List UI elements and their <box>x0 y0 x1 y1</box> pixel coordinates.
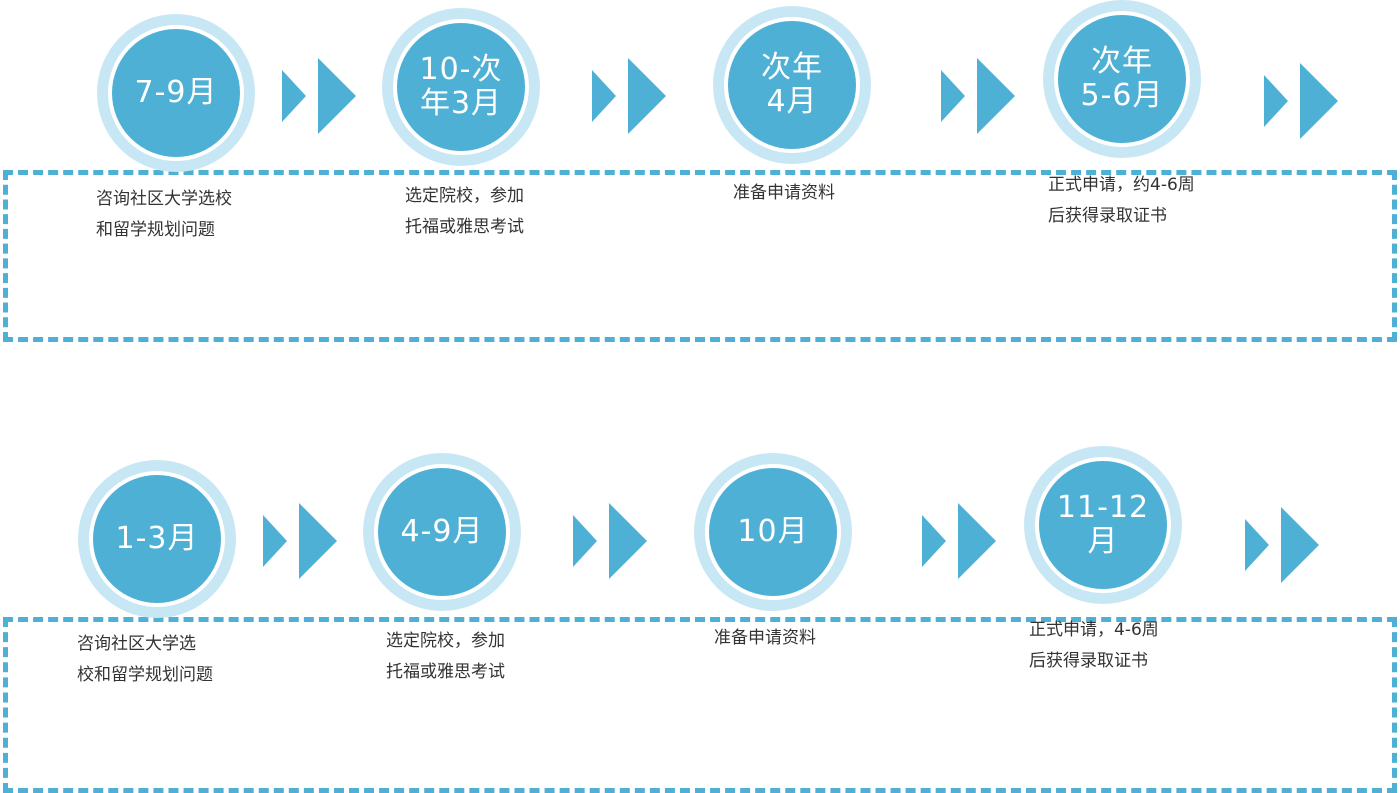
step-description-line: 准备申请资料 <box>733 183 835 203</box>
double-chevron-right-icon <box>592 58 666 134</box>
step-circle-inner: 4-9月 <box>374 464 510 600</box>
step-circle-2-2: 4-9月 <box>363 453 521 611</box>
double-chevron-right-icon <box>1245 507 1319 583</box>
step-description-line: 正式申请，4-6周 <box>1029 620 1159 640</box>
step-circle-2-4: 11-12 月 <box>1024 446 1182 604</box>
step-label-line: 年3月 <box>419 86 503 121</box>
double-chevron-right-icon <box>1264 63 1338 139</box>
double-chevron-right-icon <box>941 58 1015 134</box>
step-description-1-2: 选定院校，参加 托福或雅思考试 <box>405 181 524 243</box>
step-label-line: 4月 <box>766 84 818 119</box>
step-label-line: 7-9月 <box>134 75 218 110</box>
step-description-2-1: 咨询社区大学选 校和留学规划问题 <box>77 629 213 691</box>
step-description-2-4: 正式申请，4-6周 后获得录取证书 <box>1029 615 1159 677</box>
step-description-line: 正式申请，约4-6周 <box>1048 175 1195 195</box>
step-description-line: 选定院校，参加 <box>386 631 505 651</box>
step-description-2-2: 选定院校，参加 托福或雅思考试 <box>386 626 505 688</box>
step-description-line: 校和留学规划问题 <box>77 665 213 685</box>
step-label-line: 10-次 <box>419 52 503 87</box>
double-chevron-right-icon <box>573 503 647 579</box>
step-circle-1-3: 次年 4月 <box>713 6 871 164</box>
step-description-line: 托福或雅思考试 <box>386 662 505 682</box>
step-label-line: 次年 <box>761 50 823 85</box>
step-circle-1-1: 7-9月 <box>97 14 255 172</box>
step-description-line: 咨询社区大学选 <box>77 634 196 654</box>
double-chevron-right-icon <box>922 503 996 579</box>
step-circle-inner: 11-12 月 <box>1035 457 1171 593</box>
step-label-line: 5-6月 <box>1080 78 1164 113</box>
step-description-line: 后获得录取证书 <box>1029 651 1148 671</box>
step-circle-2-1: 1-3月 <box>78 460 236 618</box>
step-circle-inner: 次年 4月 <box>724 17 860 153</box>
step-description-line: 托福或雅思考试 <box>405 217 524 237</box>
step-label-line: 11-12 <box>1056 490 1150 525</box>
step-label-line: 10月 <box>737 514 809 549</box>
step-description-line: 咨询社区大学选校 <box>96 189 232 209</box>
step-description-2-3: 准备申请资料 <box>714 623 816 654</box>
step-label-line: 4-9月 <box>400 514 484 549</box>
step-description-line: 后获得录取证书 <box>1048 206 1167 226</box>
step-description-line: 选定院校，参加 <box>405 186 524 206</box>
step-description-1-1: 咨询社区大学选校 和留学规划问题 <box>96 184 232 246</box>
step-circle-inner: 10-次 年3月 <box>393 19 529 155</box>
step-circle-1-2: 10-次 年3月 <box>382 8 540 166</box>
step-circle-inner: 10月 <box>705 464 841 600</box>
step-description-line: 和留学规划问题 <box>96 220 215 240</box>
step-circle-1-4: 次年 5-6月 <box>1043 0 1201 158</box>
step-description-1-3: 准备申请资料 <box>733 178 835 209</box>
step-circle-2-3: 10月 <box>694 453 852 611</box>
step-description-1-4: 正式申请，约4-6周 后获得录取证书 <box>1048 170 1195 232</box>
double-chevron-right-icon <box>263 503 337 579</box>
step-circle-inner: 7-9月 <box>108 25 244 161</box>
double-chevron-right-icon <box>282 58 356 134</box>
step-description-line: 准备申请资料 <box>714 628 816 648</box>
step-label-line: 1-3月 <box>115 521 199 556</box>
step-label-line: 次年 <box>1091 44 1153 79</box>
step-label-line: 月 <box>1087 524 1119 559</box>
step-circle-inner: 1-3月 <box>89 471 225 607</box>
step-circle-inner: 次年 5-6月 <box>1054 11 1190 147</box>
